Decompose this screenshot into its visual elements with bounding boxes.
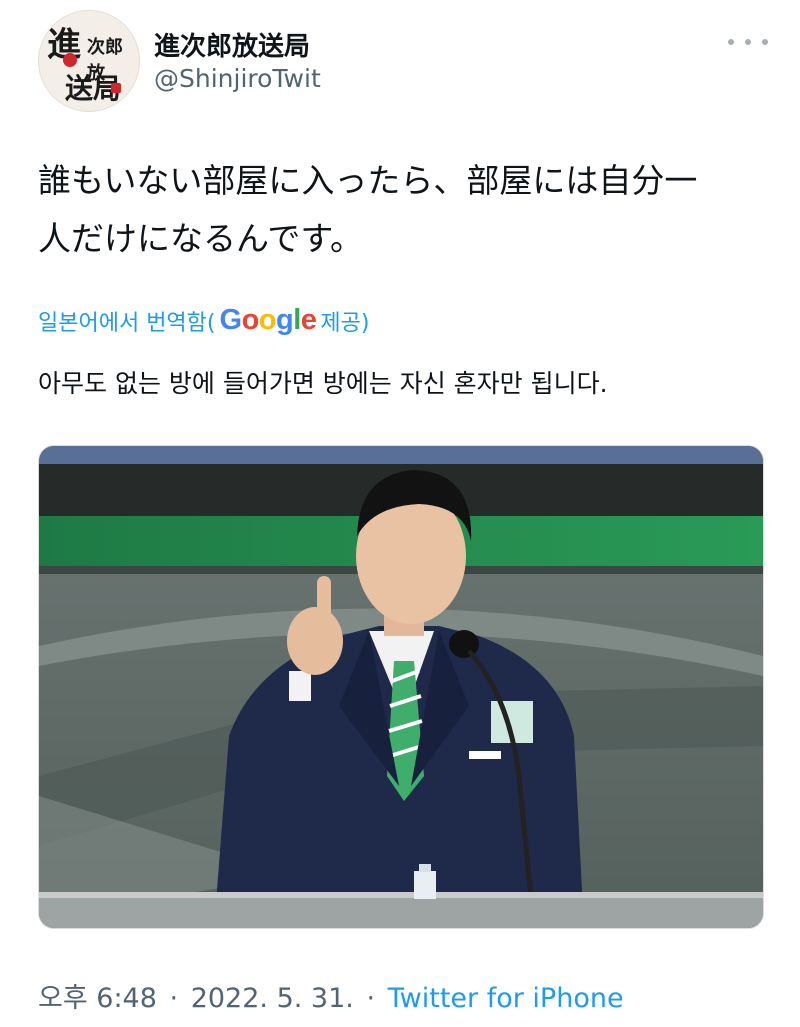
tweet-date[interactable]: 2022. 5. 31. [191,983,354,1014]
google-letter: l [293,304,301,336]
google-logo: Google [220,304,317,337]
more-dot [745,39,751,45]
google-letter: g [276,304,294,336]
separator: · [366,983,376,1014]
photo-illustration [39,446,763,928]
tweet-time[interactable]: 오후 6:48 [38,983,157,1014]
translated-text: 아무도 없는 방에 들어가면 방에는 자신 혼자만 됩니다. [38,369,608,398]
avatar-seal-2 [111,83,121,93]
more-options-icon[interactable] [728,32,768,52]
google-letter: o [258,304,277,336]
google-letter: o [241,304,260,336]
avatar-seal [63,53,77,67]
display-name[interactable]: 進次郎放送局 [154,26,310,63]
google-letter: e [300,304,317,336]
tweet-text-line: 誰もいない部屋に入ったら、部屋には自分一 [38,161,698,200]
translation-provider-suffix: 제공) [320,310,370,336]
google-letter: G [219,304,243,336]
user-handle[interactable]: @ShinjiroTwit [154,64,321,93]
tweet-text-line: 人だけになるんです。 [38,219,364,258]
translation-attribution[interactable]: 일본어에서 번역함( Google 제공) [38,304,370,337]
tweet-photo[interactable] [38,445,764,929]
tweet-metadata: 오후 6:48 · 2022. 5. 31. · Twitter for iPh… [38,976,624,1015]
more-dot [762,39,768,45]
tweet-header: 進 次郎放 送局 進次郎放送局 @ShinjiroTwit [38,10,768,112]
more-dot [728,39,734,45]
avatar[interactable]: 進 次郎放 送局 [38,10,140,112]
tweet-source-link[interactable]: Twitter for iPhone [388,983,624,1014]
tweet-text: 誰もいない部屋に入ったら、部屋には自分一 人だけになるんです。 [38,152,768,268]
separator: · [169,983,179,1014]
translation-label: 일본어에서 번역함( [38,310,216,336]
